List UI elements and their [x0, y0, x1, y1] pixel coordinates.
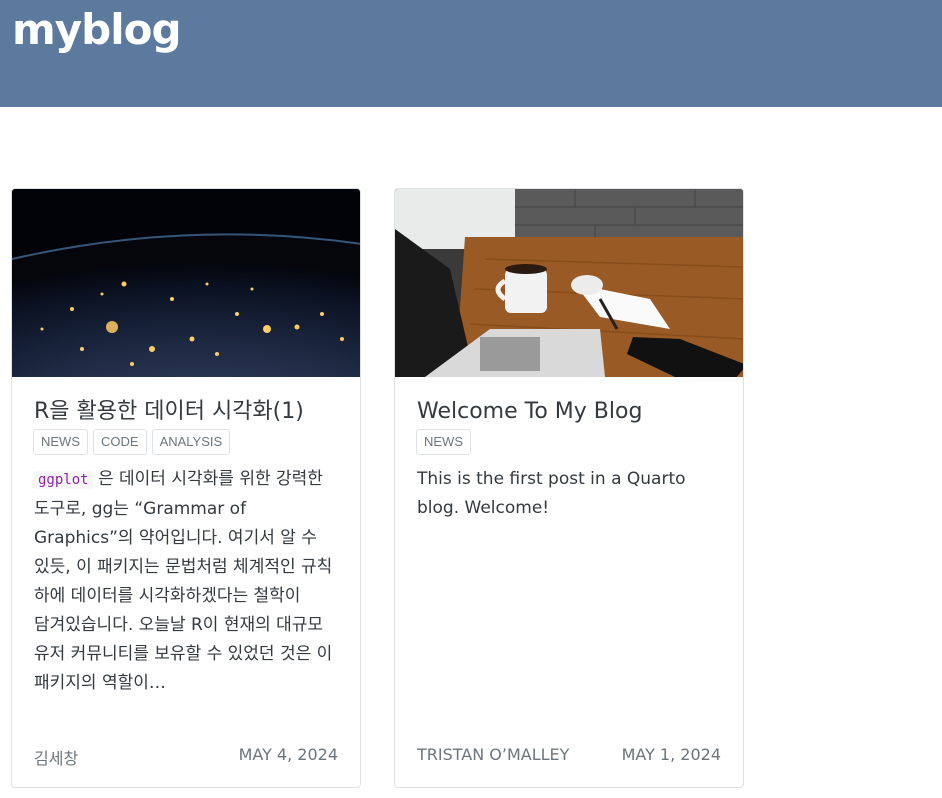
earth-at-night-image: [12, 189, 360, 377]
post-description: This is the first post in a Quarto blog.…: [417, 469, 686, 518]
post-thumbnail[interactable]: [395, 189, 743, 377]
post-description-text: 은 데이터 시각화를 위한 강력한 도구로, gg는 “Grammar of G…: [34, 469, 333, 693]
post-description: ggplot 은 데이터 시각화를 위한 강력한 도구로, gg는 “Gramm…: [34, 465, 344, 698]
category-badge[interactable]: NEWS: [33, 429, 88, 455]
site-title[interactable]: myblog: [12, 4, 182, 56]
post-footer: TRISTAN O’MALLEY MAY 1, 2024: [417, 745, 721, 764]
post-card[interactable]: R을 활용한 데이터 시각화(1) NEWS CODE ANALYSIS ggp…: [11, 188, 361, 788]
category-badge[interactable]: NEWS: [416, 429, 471, 455]
laptop-on-desk-image: [395, 189, 743, 377]
navbar: myblog: [0, 0, 942, 107]
post-card[interactable]: Welcome To My Blog NEWS This is the firs…: [394, 188, 744, 788]
category-badge[interactable]: ANALYSIS: [151, 429, 231, 455]
post-title[interactable]: Welcome To My Blog: [417, 397, 727, 427]
post-title[interactable]: R을 활용한 데이터 시각화(1): [34, 397, 344, 427]
post-categories: NEWS CODE ANALYSIS: [33, 429, 231, 455]
post-categories: NEWS: [416, 429, 471, 455]
post-author: 김세창: [34, 749, 79, 768]
code-snippet: ggplot: [34, 471, 93, 489]
category-badge[interactable]: CODE: [93, 429, 147, 455]
post-thumbnail[interactable]: [12, 189, 360, 377]
post-author: TRISTAN O’MALLEY: [417, 745, 570, 764]
post-footer: 김세창 MAY 4, 2024: [34, 745, 338, 769]
post-date: MAY 1, 2024: [621, 745, 721, 764]
post-date: MAY 4, 2024: [238, 745, 338, 764]
